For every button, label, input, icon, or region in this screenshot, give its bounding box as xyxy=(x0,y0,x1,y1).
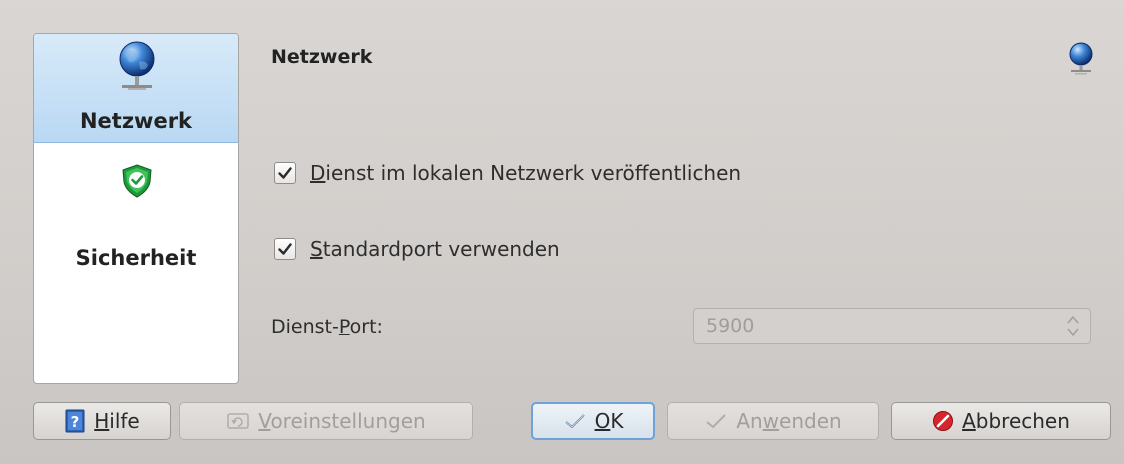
svg-text:?: ? xyxy=(71,413,80,431)
cancel-icon xyxy=(932,410,954,432)
sidebar-item-netzwerk[interactable]: Netzwerk xyxy=(34,34,238,143)
cancel-button[interactable]: Abbrechen xyxy=(891,402,1111,440)
default-port-option[interactable]: Standardport verwenden xyxy=(274,237,560,261)
sidebar-item-label: Netzwerk xyxy=(79,109,193,133)
restore-defaults-icon xyxy=(226,410,250,432)
ok-button[interactable]: OK xyxy=(531,402,655,440)
help-button-label: Hilfe xyxy=(94,409,140,433)
sidebar-item-sicherheit[interactable]: Sicherheit xyxy=(34,156,238,270)
publish-service-option[interactable]: Dienst im lokalen Netzwerk veröffentlich… xyxy=(274,161,741,185)
apply-button-label: Anwenden xyxy=(736,409,842,433)
checkmark-icon xyxy=(563,411,587,431)
cancel-button-label: Abbrechen xyxy=(962,409,1070,433)
page-list-sidebar: Netzwerk Sicherheit xyxy=(33,33,239,384)
apply-button[interactable]: Anwenden xyxy=(667,402,879,440)
security-shield-icon xyxy=(121,164,153,202)
network-globe-icon xyxy=(1069,42,1093,84)
help-button[interactable]: ? Hilfe xyxy=(33,402,171,440)
default-port-checkbox[interactable] xyxy=(274,238,296,260)
publish-service-label: Dienst im lokalen Netzwerk veröffentlich… xyxy=(310,161,742,185)
spin-arrows-icon[interactable] xyxy=(1064,313,1082,344)
network-globe-icon xyxy=(118,40,156,110)
publish-service-checkbox[interactable] xyxy=(274,162,296,184)
help-book-icon: ? xyxy=(64,409,86,433)
service-port-label: Dienst-Port: xyxy=(271,316,383,338)
default-port-label: Standardport verwenden xyxy=(310,237,560,261)
ok-button-label: OK xyxy=(594,409,624,433)
service-port-value: 5900 xyxy=(706,315,755,337)
checkmark-icon xyxy=(704,411,728,431)
defaults-button-label: Voreinstellungen xyxy=(258,409,426,433)
service-port-spinbox[interactable]: 5900 xyxy=(693,308,1091,344)
defaults-button[interactable]: Voreinstellungen xyxy=(179,402,473,440)
page-title: Netzwerk xyxy=(271,46,373,68)
sidebar-item-label: Sicherheit xyxy=(75,246,197,270)
